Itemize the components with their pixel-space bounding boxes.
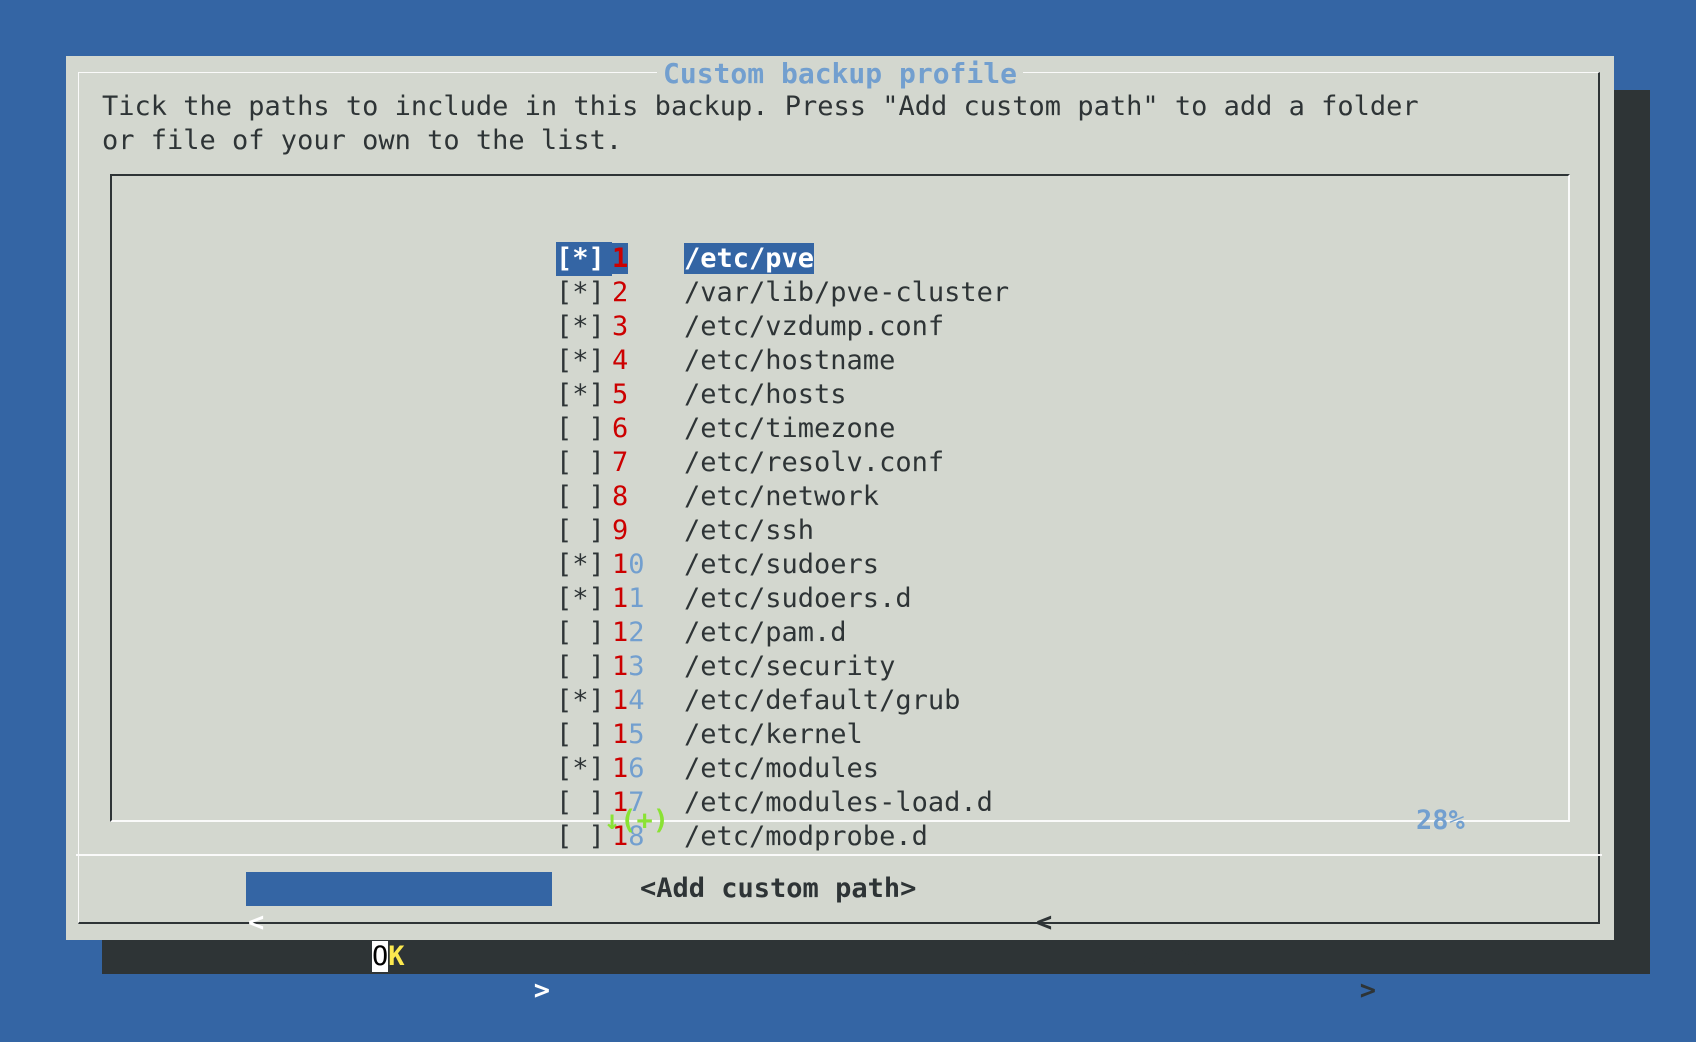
item-tag: 16 xyxy=(612,753,645,784)
checklist-item[interactable]: [ ] 6/etc/timezone xyxy=(556,412,895,446)
checkbox[interactable]: [*] xyxy=(556,684,612,718)
checkbox[interactable]: [*] xyxy=(556,548,612,582)
item-path: /etc/hostname xyxy=(684,345,896,376)
item-path: /etc/ssh xyxy=(684,515,815,546)
item-tag: 6 xyxy=(612,413,629,444)
item-path: /etc/hosts xyxy=(684,379,847,410)
item-tag: 13 xyxy=(612,651,645,682)
checkbox[interactable]: [*] xyxy=(556,242,612,276)
item-path: /etc/pam.d xyxy=(684,617,847,648)
ok-button-label: OK xyxy=(372,941,405,972)
button-separator xyxy=(76,854,1602,856)
checklist-item[interactable]: [*] 5/etc/hosts xyxy=(556,378,847,412)
checklist-item[interactable]: [ ] 13/etc/security xyxy=(556,650,895,684)
item-path: /etc/network xyxy=(684,481,880,512)
scroll-more-indicator: ↓(+) xyxy=(604,805,670,836)
checkbox[interactable]: [ ] xyxy=(556,446,612,480)
item-tag: 8 xyxy=(612,481,629,512)
checkbox[interactable]: [ ] xyxy=(556,616,612,650)
checkbox[interactable]: [*] xyxy=(556,310,612,344)
checklist-item[interactable]: [*] 2/var/lib/pve-cluster xyxy=(556,276,1009,310)
checkbox[interactable]: [*] xyxy=(556,276,612,310)
item-tag: 7 xyxy=(612,447,629,478)
item-tag: 11 xyxy=(612,583,645,614)
checklist-item[interactable]: [*] 4/etc/hostname xyxy=(556,344,895,378)
checklist-item[interactable]: [ ] 8/etc/network xyxy=(556,480,879,514)
item-path: /etc/timezone xyxy=(684,413,896,444)
add-custom-path-button[interactable]: <Add custom path> xyxy=(640,872,916,906)
checklist-item[interactable]: [*] 11/etc/sudoers.d xyxy=(556,582,912,616)
item-path: /etc/sudoers.d xyxy=(684,583,912,614)
checklist-item[interactable]: [*] 1/etc/pve xyxy=(556,242,815,276)
checkbox[interactable]: [*] xyxy=(556,344,612,378)
cancel-button[interactable]: < Cancel > xyxy=(1036,872,1376,1006)
item-tag: 1 xyxy=(612,243,629,274)
item-tag: 10 xyxy=(612,549,645,580)
checklist-item[interactable]: [ ] 12/etc/pam.d xyxy=(556,616,847,650)
item-tag: 9 xyxy=(612,515,629,546)
checklist-item[interactable]: [*] 16/etc/modules xyxy=(556,752,879,786)
item-path: /etc/resolv.conf xyxy=(684,447,945,478)
item-tag: 4 xyxy=(612,345,629,376)
checkbox[interactable]: [ ] xyxy=(556,718,612,752)
checklist-item[interactable]: [ ] 9/etc/ssh xyxy=(556,514,814,548)
item-tag: 3 xyxy=(612,311,629,342)
item-path: /etc/vzdump.conf xyxy=(684,311,945,342)
scroll-percentage: 28% xyxy=(1416,805,1465,836)
checkbox[interactable]: [*] xyxy=(556,752,612,786)
item-path: /etc/modprobe.d xyxy=(684,821,928,852)
item-path: /var/lib/pve-cluster xyxy=(684,277,1010,308)
checklist-item[interactable]: [*] 10/etc/sudoers xyxy=(556,548,879,582)
item-path: /etc/modules-load.d xyxy=(684,787,993,818)
dialog-title: Custom backup profile xyxy=(66,56,1614,92)
ok-button[interactable]: < OK > xyxy=(246,872,552,1006)
item-path: /etc/default/grub xyxy=(684,685,961,716)
checkbox[interactable]: [ ] xyxy=(556,650,612,684)
checkbox[interactable]: [ ] xyxy=(556,412,612,446)
checklist-item[interactable]: [*] 14/etc/default/grub xyxy=(556,684,960,718)
item-path: /etc/pve xyxy=(684,243,815,274)
item-tag: 5 xyxy=(612,379,629,410)
checkbox[interactable]: [ ] xyxy=(556,514,612,548)
item-tag: 12 xyxy=(612,617,645,648)
item-path: /etc/sudoers xyxy=(684,549,880,580)
item-path: /etc/security xyxy=(684,651,896,682)
checkbox[interactable]: [*] xyxy=(556,582,612,616)
item-tag: 14 xyxy=(612,685,645,716)
dialog-description: Tick the paths to include in this backup… xyxy=(102,91,1419,156)
checklist-item[interactable]: [ ] 7/etc/resolv.conf xyxy=(556,446,944,480)
checkbox[interactable]: [ ] xyxy=(556,480,612,514)
item-path: /etc/kernel xyxy=(684,719,863,750)
item-tag: 15 xyxy=(612,719,645,750)
item-path: /etc/modules xyxy=(684,753,880,784)
checklist-item[interactable]: [*] 3/etc/vzdump.conf xyxy=(556,310,944,344)
item-tag: 2 xyxy=(612,277,629,308)
checklist-item[interactable]: [ ] 15/etc/kernel xyxy=(556,718,863,752)
backup-profile-dialog: Custom backup profile Tick the paths to … xyxy=(66,56,1614,1006)
checkbox[interactable]: [*] xyxy=(556,378,612,412)
